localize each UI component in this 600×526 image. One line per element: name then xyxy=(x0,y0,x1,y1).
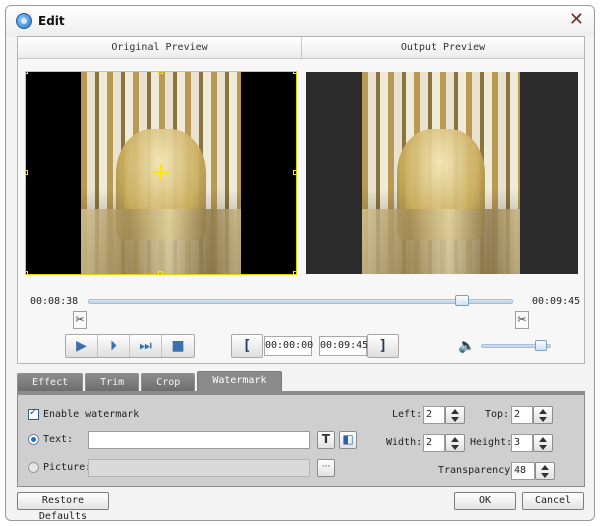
restore-defaults-button[interactable]: Restore Defaults xyxy=(17,492,109,520)
text-label: Text: xyxy=(43,434,74,445)
start-time-field[interactable]: 00:00:00 xyxy=(264,336,313,356)
crop-handle[interactable] xyxy=(26,170,28,175)
app-icon xyxy=(16,13,32,29)
crop-handle[interactable] xyxy=(158,271,163,274)
crop-handle[interactable] xyxy=(158,72,163,74)
width-value[interactable]: 2 xyxy=(423,434,445,452)
crop-crosshair[interactable] xyxy=(153,164,169,180)
set-start-button[interactable]: [ xyxy=(231,334,263,358)
timeline-track[interactable] xyxy=(88,299,513,304)
left-value[interactable]: 2 xyxy=(423,406,445,424)
stop-icon[interactable]: ■ xyxy=(162,335,194,357)
edit-dialog: Edit ✕ Original Preview Output Preview 0… xyxy=(5,5,595,521)
transparency-value[interactable]: 48 xyxy=(511,462,535,480)
left-label: Left: xyxy=(392,409,423,420)
tab-crop[interactable]: Crop xyxy=(141,373,196,391)
top-spinner[interactable]: 2 xyxy=(511,406,555,424)
width-label: Width: xyxy=(386,437,423,448)
ok-button[interactable]: OK xyxy=(454,492,516,510)
timeline-thumb[interactable] xyxy=(455,295,469,306)
crop-handle[interactable] xyxy=(293,72,296,74)
play-icon[interactable]: ▶ xyxy=(66,335,98,357)
picture-path-input[interactable] xyxy=(88,459,310,477)
set-end-button[interactable]: ] xyxy=(367,334,399,358)
top-label: Top: xyxy=(485,409,510,420)
spin-arrows-icon[interactable] xyxy=(535,462,555,480)
ellipsis-icon[interactable]: ··· xyxy=(317,459,335,477)
enable-watermark-checkbox[interactable] xyxy=(28,407,39,420)
spin-arrows-icon[interactable] xyxy=(445,434,465,452)
transparency-spinner[interactable]: 48 xyxy=(511,462,557,480)
tab-watermark[interactable]: Watermark xyxy=(197,371,282,391)
video-frame xyxy=(362,72,520,274)
step-forward-icon[interactable]: ⏵ xyxy=(98,335,130,357)
original-preview-label: Original Preview xyxy=(18,37,302,59)
height-value[interactable]: 3 xyxy=(511,434,533,452)
height-label: Height: xyxy=(470,437,513,448)
enable-watermark-label: Enable watermark xyxy=(43,409,140,420)
volume-thumb[interactable] xyxy=(534,340,547,351)
close-icon[interactable]: ✕ xyxy=(569,11,584,29)
output-preview-video xyxy=(306,72,578,274)
text-icon[interactable]: T xyxy=(317,431,335,449)
text-radio[interactable] xyxy=(28,434,39,445)
crop-handle[interactable] xyxy=(26,72,28,74)
speaker-icon[interactable]: 🔈 xyxy=(458,338,475,354)
frame-step-icon[interactable]: ⏭ xyxy=(130,335,162,357)
edit-tabs: Effect Trim Crop Watermark xyxy=(17,371,284,391)
watermark-text-input[interactable] xyxy=(88,431,310,449)
cancel-button[interactable]: Cancel xyxy=(522,492,584,510)
crop-handle[interactable] xyxy=(26,271,28,274)
scissors-icon[interactable]: ✂ xyxy=(73,311,87,329)
transparency-label: Transparency: xyxy=(438,465,517,476)
original-preview-video[interactable] xyxy=(25,71,297,275)
tab-effect[interactable]: Effect xyxy=(17,373,84,391)
watermark-panel: Enable watermark Text: T ◧ Picture: ··· … xyxy=(17,391,585,487)
current-time: 00:08:38 xyxy=(30,296,79,307)
spin-arrows-icon[interactable] xyxy=(533,406,553,424)
total-time: 00:09:45 xyxy=(532,296,581,307)
top-value[interactable]: 2 xyxy=(511,406,533,424)
window-title: Edit xyxy=(38,14,65,28)
picture-label: Picture: xyxy=(43,462,92,473)
left-spinner[interactable]: 2 xyxy=(423,406,467,424)
crop-handle[interactable] xyxy=(293,170,296,175)
title-bar: Edit ✕ xyxy=(6,6,594,36)
output-preview-label: Output Preview xyxy=(302,37,584,59)
scissors-icon[interactable]: ✂ xyxy=(515,311,529,329)
crop-handle[interactable] xyxy=(293,271,296,274)
preview-panel: Original Preview Output Preview 00:08:38… xyxy=(17,36,585,364)
width-spinner[interactable]: 2 xyxy=(423,434,467,452)
height-spinner[interactable]: 3 xyxy=(511,434,555,452)
spin-arrows-icon[interactable] xyxy=(445,406,465,424)
playback-controls: ▶ ⏵ ⏭ ■ xyxy=(65,334,195,358)
picture-radio[interactable] xyxy=(28,462,39,473)
color-icon[interactable]: ◧ xyxy=(339,431,357,449)
spin-arrows-icon[interactable] xyxy=(533,434,553,452)
tab-trim[interactable]: Trim xyxy=(85,373,140,391)
end-time-field[interactable]: 00:09:45 xyxy=(319,336,368,356)
